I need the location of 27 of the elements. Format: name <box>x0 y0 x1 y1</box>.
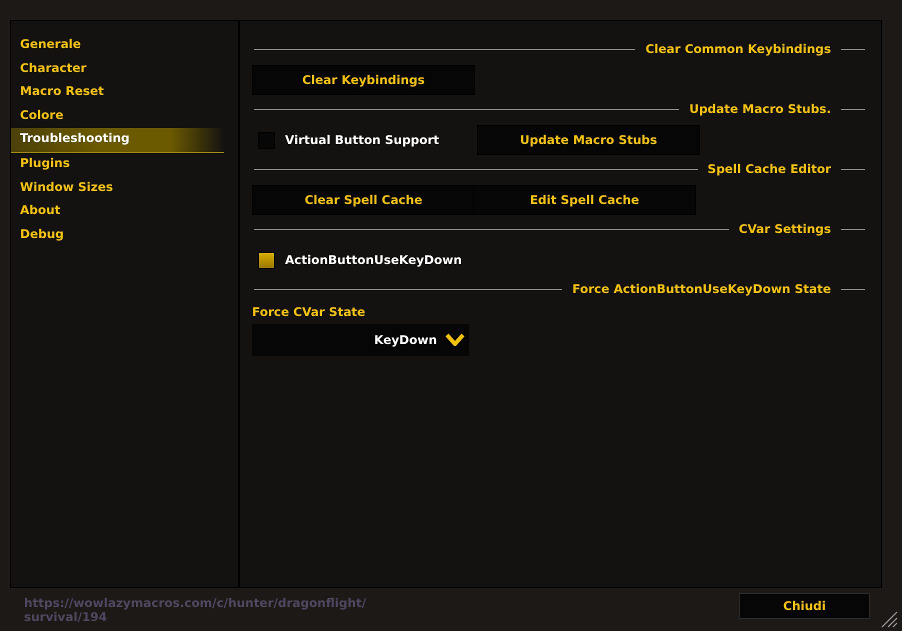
dropdown[interactable]: KeyDown <box>252 324 469 356</box>
chevron-down-icon <box>445 333 465 347</box>
action-button[interactable]: Update Macro Stubs <box>477 125 700 155</box>
sidebar-item[interactable]: Generale <box>11 34 224 58</box>
sidebar-item[interactable]: Plugins <box>11 152 224 177</box>
sidebar-item[interactable]: Macro Reset <box>11 81 224 105</box>
action-button[interactable]: Edit Spell Cache <box>473 185 696 215</box>
section-heading: Clear Common Keybindings <box>644 42 832 56</box>
resize-grip-icon[interactable] <box>880 610 898 628</box>
sidebar-item[interactable]: Troubleshooting <box>11 128 224 153</box>
sidebar-item[interactable]: Window Sizes <box>11 176 224 200</box>
checkbox-label: Virtual Button Support <box>285 133 440 147</box>
checkbox-label: ActionButtonUseKeyDown <box>285 253 462 267</box>
action-button[interactable]: Clear Spell Cache <box>252 185 475 215</box>
checkbox[interactable] <box>258 252 275 268</box>
background-link-text: https://wowlazymacros.com/c/hunter/dragonflight/ survival/194 <box>24 596 368 624</box>
sidebar-item[interactable]: Colore <box>11 104 224 128</box>
section-heading: Force ActionButtonUseKeyDown State <box>571 282 832 296</box>
section-heading: Spell Cache Editor <box>706 162 832 176</box>
dropdown-label: Force CVar State <box>252 305 366 319</box>
sidebar-item[interactable]: Debug <box>11 224 224 248</box>
sidebar-item[interactable]: About <box>11 200 224 224</box>
close-button[interactable]: Chiudi <box>739 593 870 619</box>
section-heading: Update Macro Stubs. <box>688 102 832 116</box>
sidebar-item[interactable]: Character <box>11 58 224 82</box>
action-button[interactable]: Clear Keybindings <box>252 65 475 95</box>
section-heading: CVar Settings <box>738 222 832 236</box>
